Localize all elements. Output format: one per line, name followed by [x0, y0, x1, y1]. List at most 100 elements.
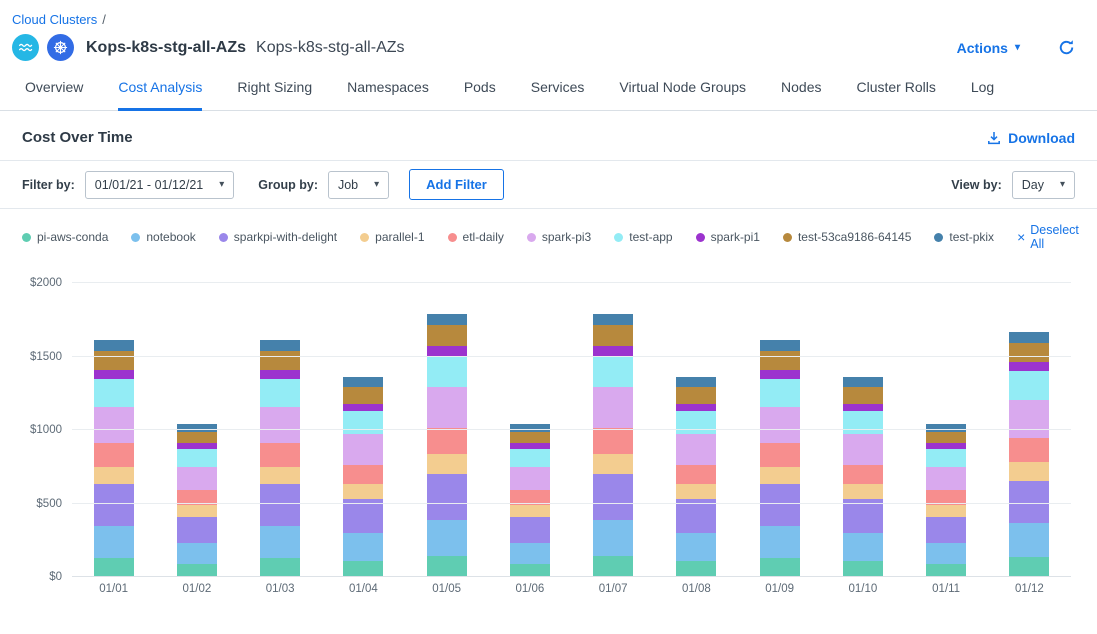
- bar-segment-etl-daily[interactable]: [260, 443, 300, 467]
- bar-segment-test-pkix[interactable]: [676, 377, 716, 387]
- tab-cluster-rolls[interactable]: Cluster Rolls: [856, 79, 935, 111]
- bar-segment-test-pkix[interactable]: [177, 424, 217, 431]
- bar-segment-test-53ca9186-64145[interactable]: [343, 387, 383, 403]
- bar-segment-test-53ca9186-64145[interactable]: [427, 325, 467, 346]
- tab-services[interactable]: Services: [531, 79, 585, 111]
- legend-item-test-app[interactable]: test-app: [614, 230, 672, 244]
- legend-item-etl-daily[interactable]: etl-daily: [448, 230, 504, 244]
- bar-segment-sparkpi-with-delight[interactable]: [427, 474, 467, 520]
- bar-segment-notebook[interactable]: [593, 520, 633, 556]
- deselect-all-button[interactable]: × Deselect All: [1017, 223, 1079, 251]
- bar-segment-spark-pi1[interactable]: [843, 404, 883, 411]
- tab-log[interactable]: Log: [971, 79, 994, 111]
- bar-segment-test-app[interactable]: [343, 411, 383, 435]
- bar-segment-test-pkix[interactable]: [343, 377, 383, 387]
- bar-segment-test-53ca9186-64145[interactable]: [177, 432, 217, 444]
- bar-segment-etl-daily[interactable]: [427, 428, 467, 454]
- bar-segment-pi-aws-conda[interactable]: [427, 556, 467, 577]
- bar-segment-notebook[interactable]: [260, 526, 300, 558]
- bar-segment-spark-pi3[interactable]: [843, 434, 883, 465]
- bar-segment-pi-aws-conda[interactable]: [1009, 557, 1049, 577]
- bar-segment-etl-daily[interactable]: [593, 428, 633, 454]
- bar-segment-spark-pi1[interactable]: [1009, 362, 1049, 371]
- bar-segment-sparkpi-with-delight[interactable]: [593, 474, 633, 520]
- bar-segment-sparkpi-with-delight[interactable]: [760, 484, 800, 525]
- bar-segment-etl-daily[interactable]: [1009, 438, 1049, 462]
- actions-button[interactable]: Actions ▾: [957, 40, 1020, 56]
- bar-segment-spark-pi1[interactable]: [94, 370, 134, 379]
- chart-bar-01/10[interactable]: [843, 283, 883, 577]
- bar-segment-spark-pi1[interactable]: [676, 404, 716, 411]
- chart-bar-01/06[interactable]: [510, 283, 550, 577]
- bar-segment-notebook[interactable]: [427, 520, 467, 556]
- legend-item-test-pkix[interactable]: test-pkix: [934, 230, 994, 244]
- bar-segment-test-53ca9186-64145[interactable]: [760, 351, 800, 370]
- bar-segment-test-app[interactable]: [593, 356, 633, 387]
- bar-segment-spark-pi3[interactable]: [926, 467, 966, 491]
- bar-segment-test-53ca9186-64145[interactable]: [676, 387, 716, 403]
- bar-segment-notebook[interactable]: [926, 543, 966, 564]
- chart-bar-01/02[interactable]: [177, 283, 217, 577]
- refresh-button[interactable]: [1058, 39, 1075, 56]
- tab-pods[interactable]: Pods: [464, 79, 496, 111]
- bar-segment-parallel-1[interactable]: [1009, 462, 1049, 480]
- bar-segment-notebook[interactable]: [843, 533, 883, 561]
- bar-segment-test-app[interactable]: [510, 449, 550, 467]
- chart-bar-01/12[interactable]: [1009, 283, 1049, 577]
- bar-segment-test-53ca9186-64145[interactable]: [94, 351, 134, 370]
- bar-segment-pi-aws-conda[interactable]: [94, 558, 134, 577]
- bar-segment-test-app[interactable]: [760, 379, 800, 407]
- bar-segment-sparkpi-with-delight[interactable]: [343, 499, 383, 533]
- chart-bar-01/08[interactable]: [676, 283, 716, 577]
- legend-item-spark-pi3[interactable]: spark-pi3: [527, 230, 591, 244]
- bar-segment-etl-daily[interactable]: [676, 465, 716, 484]
- bar-segment-test-app[interactable]: [843, 411, 883, 435]
- bar-segment-test-pkix[interactable]: [760, 340, 800, 350]
- chart-bar-01/05[interactable]: [427, 283, 467, 577]
- legend-item-pi-aws-conda[interactable]: pi-aws-conda: [22, 230, 108, 244]
- bar-segment-sparkpi-with-delight[interactable]: [510, 517, 550, 543]
- legend-item-notebook[interactable]: notebook: [131, 230, 195, 244]
- bar-segment-spark-pi1[interactable]: [593, 346, 633, 356]
- bar-segment-spark-pi3[interactable]: [593, 387, 633, 428]
- tab-namespaces[interactable]: Namespaces: [347, 79, 429, 111]
- date-range-select[interactable]: 01/01/21 - 01/12/21 ▾: [85, 171, 234, 199]
- bar-segment-notebook[interactable]: [760, 526, 800, 558]
- bar-segment-spark-pi3[interactable]: [343, 434, 383, 465]
- bar-segment-parallel-1[interactable]: [843, 484, 883, 499]
- bar-segment-spark-pi3[interactable]: [510, 467, 550, 491]
- bar-segment-parallel-1[interactable]: [676, 484, 716, 499]
- tab-overview[interactable]: Overview: [25, 79, 83, 111]
- bar-segment-spark-pi3[interactable]: [94, 407, 134, 444]
- chart-bar-01/07[interactable]: [593, 283, 633, 577]
- bar-segment-sparkpi-with-delight[interactable]: [843, 499, 883, 533]
- bar-segment-test-53ca9186-64145[interactable]: [926, 432, 966, 444]
- group-by-select[interactable]: Job ▾: [328, 171, 389, 199]
- bar-segment-test-app[interactable]: [260, 379, 300, 407]
- bar-segment-pi-aws-conda[interactable]: [843, 561, 883, 577]
- bar-segment-test-pkix[interactable]: [94, 340, 134, 350]
- bar-segment-test-app[interactable]: [177, 449, 217, 467]
- bar-segment-parallel-1[interactable]: [343, 484, 383, 499]
- view-by-select[interactable]: Day ▾: [1012, 171, 1075, 199]
- bar-segment-spark-pi1[interactable]: [260, 370, 300, 379]
- bar-segment-parallel-1[interactable]: [593, 454, 633, 474]
- bar-segment-test-pkix[interactable]: [843, 377, 883, 387]
- bar-segment-pi-aws-conda[interactable]: [676, 561, 716, 577]
- bar-segment-pi-aws-conda[interactable]: [260, 558, 300, 577]
- bar-segment-etl-daily[interactable]: [94, 443, 134, 467]
- bar-segment-test-pkix[interactable]: [427, 314, 467, 325]
- bar-segment-spark-pi3[interactable]: [760, 407, 800, 444]
- bar-segment-parallel-1[interactable]: [260, 467, 300, 485]
- bar-segment-sparkpi-with-delight[interactable]: [177, 517, 217, 543]
- bar-segment-spark-pi1[interactable]: [427, 346, 467, 356]
- bar-segment-etl-daily[interactable]: [843, 465, 883, 484]
- bar-segment-test-app[interactable]: [676, 411, 716, 435]
- bar-segment-test-pkix[interactable]: [260, 340, 300, 350]
- bar-segment-notebook[interactable]: [1009, 523, 1049, 557]
- breadcrumb-link[interactable]: Cloud Clusters: [12, 12, 97, 27]
- bar-segment-test-53ca9186-64145[interactable]: [260, 351, 300, 370]
- bar-segment-sparkpi-with-delight[interactable]: [260, 484, 300, 525]
- tab-virtual-node-groups[interactable]: Virtual Node Groups: [619, 79, 746, 111]
- bar-segment-parallel-1[interactable]: [94, 467, 134, 485]
